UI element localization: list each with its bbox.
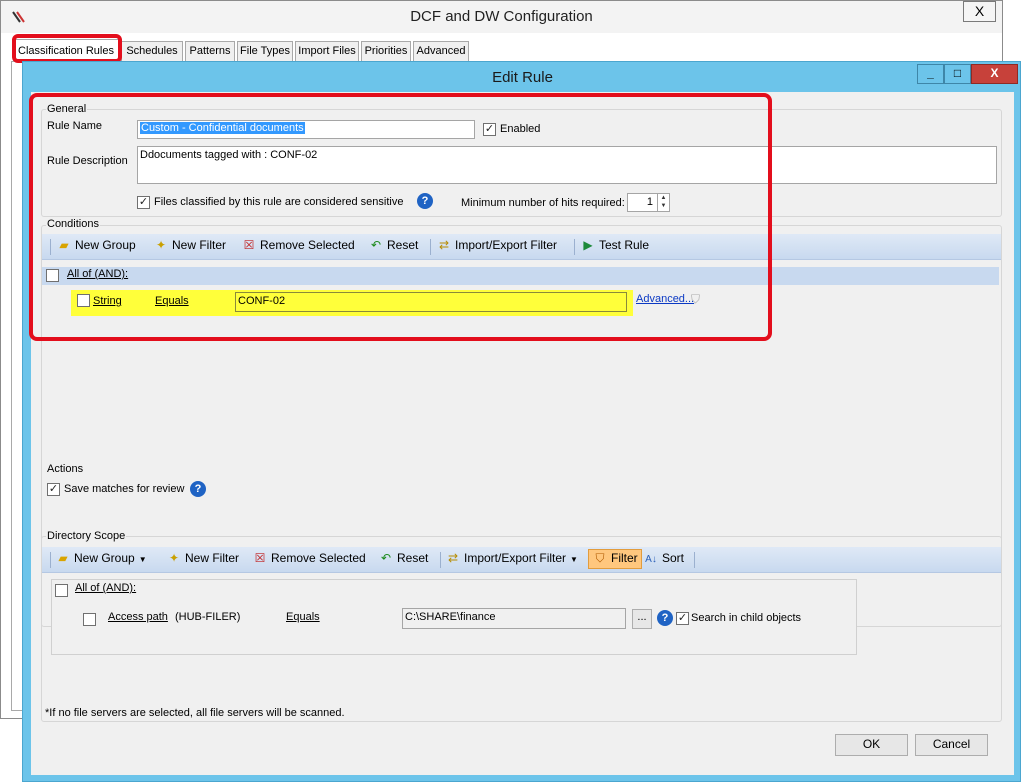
scope-field-link[interactable]: Access path	[108, 611, 168, 623]
scope-new-group-button[interactable]: ▰ New Group ▼	[55, 551, 147, 565]
scope-root-checkbox[interactable]	[55, 584, 68, 597]
toolbar-separator	[50, 552, 51, 568]
scope-new-filter-button[interactable]: ✦ New Filter	[166, 551, 239, 565]
reset-label: Reset	[397, 551, 429, 565]
tab-advanced[interactable]: Advanced	[413, 41, 469, 61]
child-objects-label: Search in child objects	[691, 612, 802, 624]
sort-icon: A↓	[645, 554, 657, 565]
new-group-label: New Group	[74, 551, 135, 565]
minimize-button[interactable]: _	[917, 64, 944, 84]
toolbar-separator	[440, 552, 441, 568]
browse-button[interactable]: ...	[632, 609, 652, 629]
actions-group-label: Actions	[46, 463, 85, 475]
scope-remove-selected-button[interactable]: ☒ Remove Selected	[252, 551, 366, 565]
remove-icon: ☒	[254, 551, 266, 565]
highlight-classification-rules-tab	[12, 34, 122, 63]
highlight-general-conditions	[29, 93, 772, 341]
import-export-label: Import/Export Filter	[464, 551, 567, 565]
save-matches-checkbox[interactable]: ✓	[47, 483, 60, 496]
tab-file-types[interactable]: File Types	[237, 41, 293, 61]
import-export-icon: ⇄	[447, 551, 459, 565]
close-button[interactable]: X	[971, 64, 1018, 84]
tab-schedules[interactable]: Schedules	[121, 41, 183, 61]
ok-button[interactable]: OK	[835, 734, 908, 756]
edit-rule-title: Edit Rule	[492, 69, 553, 86]
toolbar-separator	[694, 552, 695, 568]
background-close-button[interactable]: X	[963, 1, 996, 22]
dropdown-arrow-icon: ▼	[570, 555, 578, 564]
background-window-title: DCF and DW Configuration	[410, 8, 593, 25]
scope-field-detail: (HUB-FILER)	[175, 611, 241, 623]
save-matches-help-icon[interactable]: ?	[190, 481, 206, 497]
scope-row-checkbox[interactable]	[83, 613, 96, 626]
save-matches-label: Save matches for review	[64, 483, 185, 495]
scope-toolbar: ▰ New Group ▼ ✦ New Filter ☒ Remove Selected…	[42, 547, 1001, 573]
maximize-button[interactable]: □	[944, 64, 971, 84]
reset-icon: ↶	[380, 551, 392, 565]
directory-scope-group-label: Directory Scope	[46, 530, 127, 542]
scope-root-label[interactable]: All of (AND):	[75, 582, 136, 594]
sort-label: Sort	[662, 551, 685, 565]
scope-filter-button[interactable]: ⛉ Filter	[588, 549, 642, 569]
background-titlebar: DCF and DW Configuration X	[1, 1, 1002, 33]
remove-selected-label: Remove Selected	[271, 551, 366, 565]
cancel-button[interactable]: Cancel	[915, 734, 988, 756]
scope-footnote: *If no file servers are selected, all fi…	[45, 707, 345, 719]
new-filter-icon: ✦	[168, 551, 180, 565]
tab-patterns[interactable]: Patterns	[185, 41, 235, 61]
scope-reset-button[interactable]: ↶ Reset	[378, 551, 428, 565]
new-filter-label: New Filter	[185, 551, 240, 565]
scope-operator-link[interactable]: Equals	[286, 611, 320, 623]
scope-sort-button[interactable]: A↓ Sort	[643, 551, 684, 565]
new-group-icon: ▰	[58, 551, 68, 565]
filter-label: Filter	[611, 551, 638, 565]
scope-import-export-button[interactable]: ⇄ Import/Export Filter ▼	[445, 551, 578, 565]
dropdown-arrow-icon: ▼	[138, 555, 147, 564]
scope-help-icon[interactable]: ?	[657, 610, 673, 626]
child-objects-checkbox[interactable]: ✓	[676, 612, 689, 625]
tab-priorities[interactable]: Priorities	[361, 41, 411, 61]
filter-icon: ⛉	[595, 551, 605, 565]
scope-path-input[interactable]: C:\SHARE\finance	[402, 608, 626, 629]
tab-import-files[interactable]: Import Files	[295, 41, 359, 61]
